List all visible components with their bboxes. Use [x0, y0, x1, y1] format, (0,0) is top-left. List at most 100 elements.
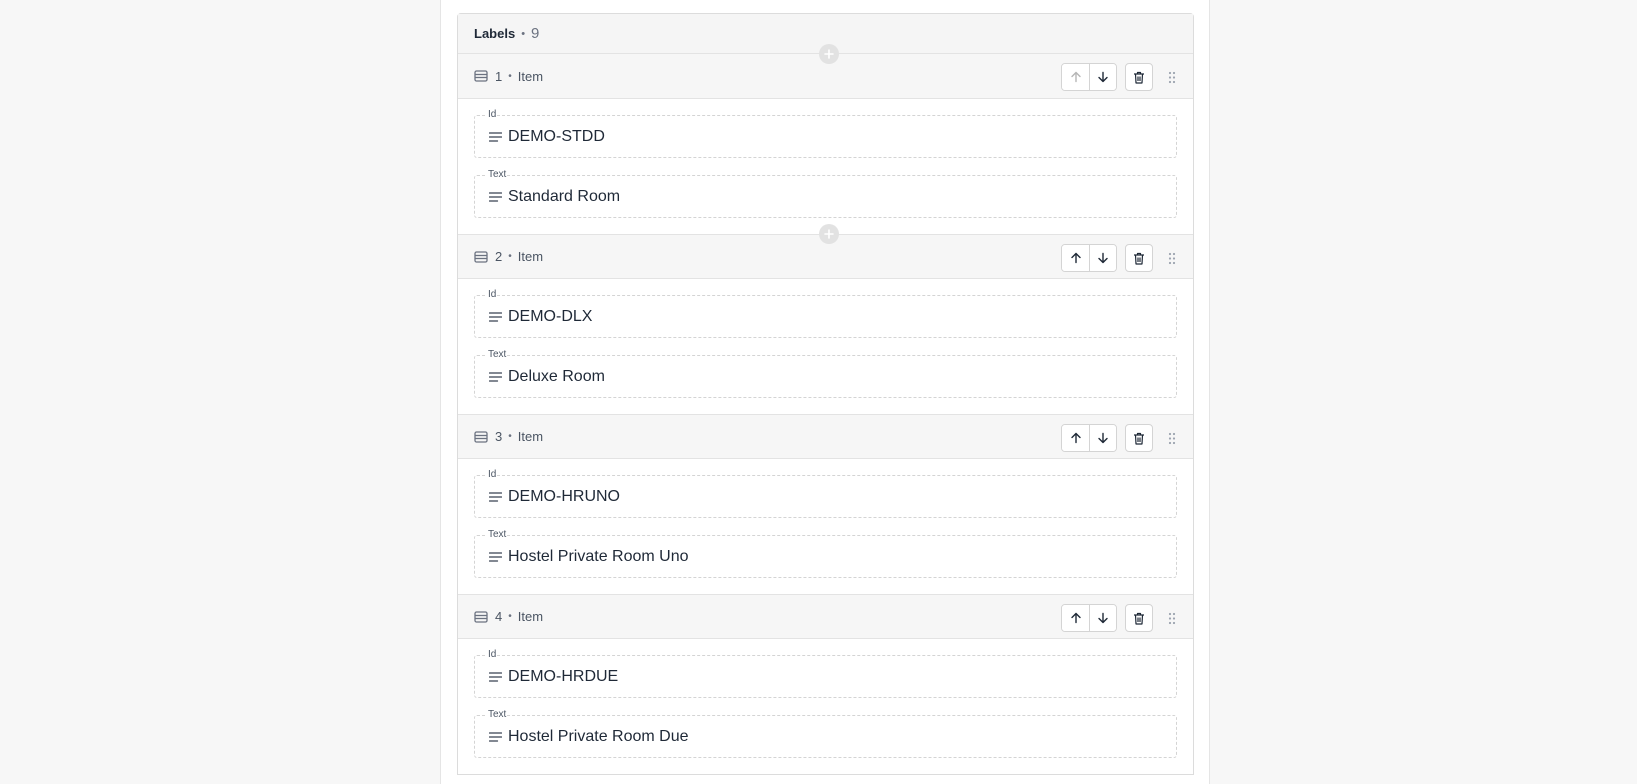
trash-icon — [1134, 432, 1144, 445]
text-field-label: Text — [487, 349, 508, 361]
arrow-up-icon — [1070, 612, 1081, 624]
drag-handle-icon — [1168, 71, 1176, 83]
text-field-label: Text — [487, 169, 508, 181]
list-item-icon — [474, 250, 488, 263]
arrow-down-icon — [1098, 252, 1108, 264]
item-body: Id DEMO-HRDUE Text Hostel Private Room D… — [458, 639, 1193, 774]
drag-handle-icon — [1168, 612, 1176, 624]
move-up-button[interactable] — [1062, 245, 1089, 271]
move-up-button[interactable] — [1062, 64, 1089, 90]
item-separator: • — [508, 431, 512, 442]
item-index: 3 — [495, 429, 503, 444]
drag-handle-icon — [1168, 432, 1176, 444]
move-down-button[interactable] — [1089, 245, 1116, 271]
id-field[interactable]: Id DEMO-HRDUE — [474, 649, 1177, 698]
list-separator: • — [521, 27, 526, 40]
text-field-value: Hostel Private Room Due — [508, 727, 689, 745]
move-button-group — [1061, 244, 1117, 272]
item-separator: • — [508, 70, 512, 82]
item-body: Id DEMO-HRUNO Text Hostel Private Room U… — [458, 459, 1193, 594]
item-index: 4 — [495, 609, 503, 624]
item-actions — [1061, 424, 1181, 452]
list-item-icon — [474, 610, 488, 623]
item-index: 2 — [495, 249, 503, 264]
text-lines-icon — [489, 311, 502, 322]
id-field[interactable]: Id DEMO-HRUNO — [474, 469, 1177, 518]
text-lines-icon — [489, 731, 502, 742]
move-button-group — [1061, 424, 1117, 452]
move-button-group — [1061, 604, 1117, 632]
id-field-value: DEMO-STDD — [508, 127, 605, 145]
list-item: 4 • Item Id DEMO-HRDUE Text Hostel Priva… — [458, 594, 1193, 774]
list-item: 2 • Item Id DEMO-DLX Text Deluxe Room — [458, 224, 1193, 414]
text-field-label: Text — [487, 709, 508, 721]
item-separator: • — [508, 251, 512, 262]
text-field[interactable]: Text Hostel Private Room Uno — [474, 529, 1177, 578]
drag-handle[interactable] — [1163, 605, 1181, 631]
text-field-value: Standard Room — [508, 187, 621, 205]
text-lines-icon — [489, 491, 502, 502]
id-field-label: Id — [487, 109, 498, 121]
arrow-down-icon — [1098, 71, 1108, 83]
item-index: 1 — [495, 68, 503, 84]
item-kind: Item — [517, 249, 544, 264]
id-field[interactable]: Id DEMO-DLX — [474, 289, 1177, 338]
arrow-up-icon — [1070, 71, 1081, 83]
id-field-value: DEMO-HRDUE — [508, 667, 619, 685]
id-field-label: Id — [487, 469, 498, 481]
text-lines-icon — [489, 191, 502, 202]
text-field[interactable]: Text Hostel Private Room Due — [474, 709, 1177, 758]
insert-item-button[interactable] — [819, 44, 839, 64]
drag-handle[interactable] — [1163, 425, 1181, 451]
arrow-down-icon — [1098, 432, 1108, 444]
id-field-label: Id — [487, 289, 498, 301]
list-title: Labels — [474, 26, 516, 41]
move-down-button[interactable] — [1089, 64, 1116, 90]
arrow-up-icon — [1070, 252, 1081, 264]
trash-icon — [1134, 252, 1144, 265]
id-field-label: Id — [487, 649, 498, 661]
text-field-value: Deluxe Room — [508, 367, 605, 385]
item-kind: Item — [517, 609, 544, 624]
id-field[interactable]: Id DEMO-STDD — [474, 109, 1177, 158]
move-down-button[interactable] — [1089, 425, 1116, 451]
item-header: 3 • Item — [458, 414, 1193, 459]
item-actions — [1061, 63, 1181, 91]
drag-handle[interactable] — [1163, 245, 1181, 271]
delete-item-button[interactable] — [1125, 604, 1153, 632]
move-down-button[interactable] — [1089, 605, 1116, 631]
arrow-up-icon — [1070, 432, 1081, 444]
delete-item-button[interactable] — [1125, 244, 1153, 272]
text-field[interactable]: Text Deluxe Room — [474, 349, 1177, 398]
list-count: 9 — [531, 25, 540, 42]
plus-circle-icon — [824, 229, 834, 239]
item-body: Id DEMO-DLX Text Deluxe Room — [458, 279, 1193, 414]
item-kind: Item — [517, 429, 544, 444]
text-field-value: Hostel Private Room Uno — [508, 547, 689, 565]
list-item-icon — [474, 430, 488, 443]
text-field[interactable]: Text Standard Room — [474, 169, 1177, 218]
delete-item-button[interactable] — [1125, 424, 1153, 452]
list-item-icon — [474, 70, 488, 82]
text-lines-icon — [489, 131, 502, 142]
page-panel: Labels • 9 1 • Item Id DEMO-STDD Text St… — [440, 0, 1210, 784]
move-up-button[interactable] — [1062, 605, 1089, 631]
item-separator: • — [508, 611, 512, 622]
item-actions — [1061, 244, 1181, 272]
drag-handle[interactable] — [1163, 64, 1181, 90]
item-kind: Item — [517, 68, 544, 84]
text-lines-icon — [489, 671, 502, 682]
trash-icon — [1134, 612, 1144, 625]
delete-item-button[interactable] — [1125, 63, 1153, 91]
insert-item-button[interactable] — [819, 224, 839, 244]
text-lines-icon — [489, 551, 502, 562]
move-up-button[interactable] — [1062, 425, 1089, 451]
item-body: Id DEMO-STDD Text Standard Room — [458, 99, 1193, 234]
item-header: 4 • Item — [458, 594, 1193, 639]
text-lines-icon — [489, 371, 502, 382]
item-actions — [1061, 604, 1181, 632]
id-field-value: DEMO-DLX — [508, 307, 593, 325]
list-item: 1 • Item Id DEMO-STDD Text Standard Room — [458, 44, 1193, 234]
plus-circle-icon — [824, 49, 834, 59]
text-field-label: Text — [487, 529, 508, 541]
